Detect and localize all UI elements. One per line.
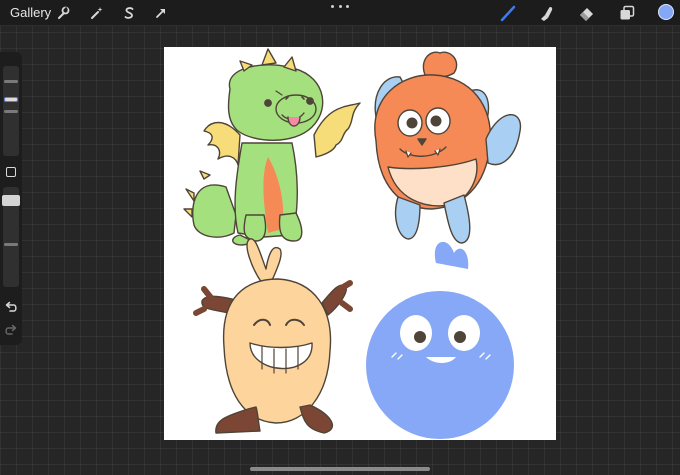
smudge-icon[interactable] (537, 3, 557, 23)
top-toolbar: Gallery (0, 0, 680, 26)
adjustments-magic-wand-icon[interactable] (87, 3, 107, 23)
gallery-button[interactable]: Gallery (10, 5, 51, 20)
orange-fluffy-monster (374, 51, 522, 244)
brush-size-thumb[interactable] (4, 97, 18, 102)
grinning-egg-creature (193, 238, 353, 434)
eraser-icon[interactable] (577, 3, 597, 23)
brush-icon[interactable] (498, 3, 518, 23)
blue-round-bird (366, 241, 514, 439)
green-dragon (183, 48, 361, 246)
selection-s-icon[interactable] (119, 3, 139, 23)
slider-tick (4, 243, 18, 246)
slider-tick (4, 110, 18, 113)
color-picker-swatch[interactable] (658, 4, 674, 20)
drawing-canvas[interactable] (164, 47, 556, 440)
actions-wrench-icon[interactable] (53, 3, 73, 23)
layers-icon[interactable] (617, 3, 637, 23)
slider-tick (4, 80, 18, 83)
redo-icon[interactable] (4, 323, 18, 337)
home-indicator (250, 467, 430, 471)
more-options-icon[interactable] (331, 2, 349, 10)
transform-arrow-icon[interactable] (151, 3, 171, 23)
left-sidebar (0, 52, 22, 345)
opacity-thumb[interactable] (2, 195, 20, 206)
undo-icon[interactable] (4, 300, 18, 314)
modify-button[interactable] (6, 167, 16, 177)
artwork-illustration (183, 48, 522, 439)
